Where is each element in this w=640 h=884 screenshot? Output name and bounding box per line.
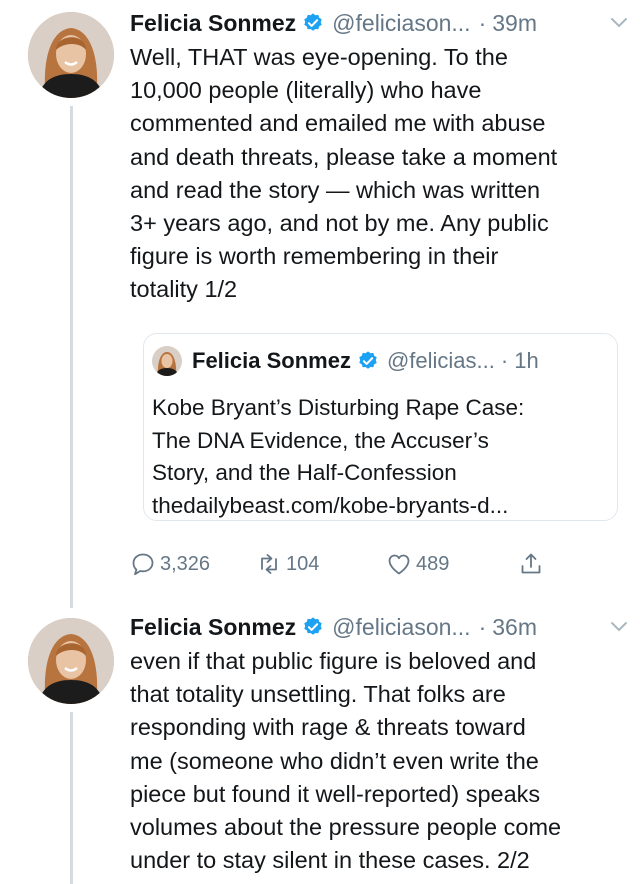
reply-icon: [132, 553, 154, 576]
separator-dot: ·: [500, 348, 509, 373]
author-avatar[interactable]: [28, 12, 114, 98]
tweet-timestamp[interactable]: 36m: [492, 612, 537, 642]
reply-count: 3,326: [160, 552, 211, 575]
tweet-1[interactable]: Felicia Sonmez @feliciason... · 39m Well…: [130, 8, 628, 307]
tweet-text: even if that public figure is beloved an…: [130, 648, 562, 874]
like-icon: [388, 554, 410, 575]
retweet-icon: [261, 554, 277, 574]
tweet-timestamp[interactable]: 39m: [492, 8, 537, 38]
quoted-author-avatar: [152, 346, 182, 376]
author-avatar[interactable]: [28, 618, 114, 704]
quoted-tweet-timestamp: 1h: [514, 348, 539, 373]
chevron-down-icon[interactable]: [610, 621, 628, 633]
chevron-down-icon[interactable]: [610, 17, 628, 29]
author-name[interactable]: Felicia Sonmez: [130, 8, 296, 38]
reply-button[interactable]: 3,326: [130, 551, 210, 577]
author-handle[interactable]: @feliciason...: [332, 8, 470, 38]
retweet-count: 104: [286, 552, 320, 575]
avatar-portrait: [28, 618, 114, 704]
thread-connector-line-bottom: [70, 712, 73, 884]
quoted-author-name: Felicia Sonmez: [192, 348, 351, 373]
thread-connector-line: [70, 106, 73, 608]
tweet-header: Felicia Sonmez @feliciason... · 39m: [130, 8, 628, 38]
verified-badge-icon: [359, 351, 377, 369]
like-count: 489: [416, 552, 450, 575]
twitter-thread: Felicia Sonmez @feliciason... · 39m Well…: [0, 0, 640, 884]
verified-badge-icon: [304, 13, 322, 31]
separator-dot: ·: [478, 10, 487, 36]
tweet-text: Well, THAT was eye-opening. To the 10,00…: [130, 44, 558, 303]
tweet-action-bar: 3,326 104 489: [130, 548, 550, 580]
avatar-portrait: [28, 12, 114, 98]
quoted-tweet-header: Felicia Sonmez @felicias... · 1h: [152, 346, 603, 376]
share-icon: [521, 553, 541, 574]
share-button[interactable]: [518, 551, 548, 577]
quoted-author-handle: @felicias...: [386, 348, 495, 373]
like-button[interactable]: 489: [386, 551, 449, 577]
author-handle[interactable]: @feliciason...: [332, 612, 470, 642]
quoted-tweet-text: Kobe Bryant’s Disturbing Rape Case: The …: [152, 395, 525, 518]
quoted-tweet-card[interactable]: Felicia Sonmez @felicias... · 1h Kobe Br…: [143, 333, 618, 521]
author-name[interactable]: Felicia Sonmez: [130, 612, 296, 642]
separator-dot: ·: [478, 614, 487, 640]
verified-badge-icon: [304, 617, 322, 635]
tweet-header: Felicia Sonmez @feliciason... · 36m: [130, 612, 628, 642]
tweet-2[interactable]: Felicia Sonmez @feliciason... · 36m even…: [130, 612, 628, 877]
retweet-button[interactable]: 104: [256, 551, 319, 577]
